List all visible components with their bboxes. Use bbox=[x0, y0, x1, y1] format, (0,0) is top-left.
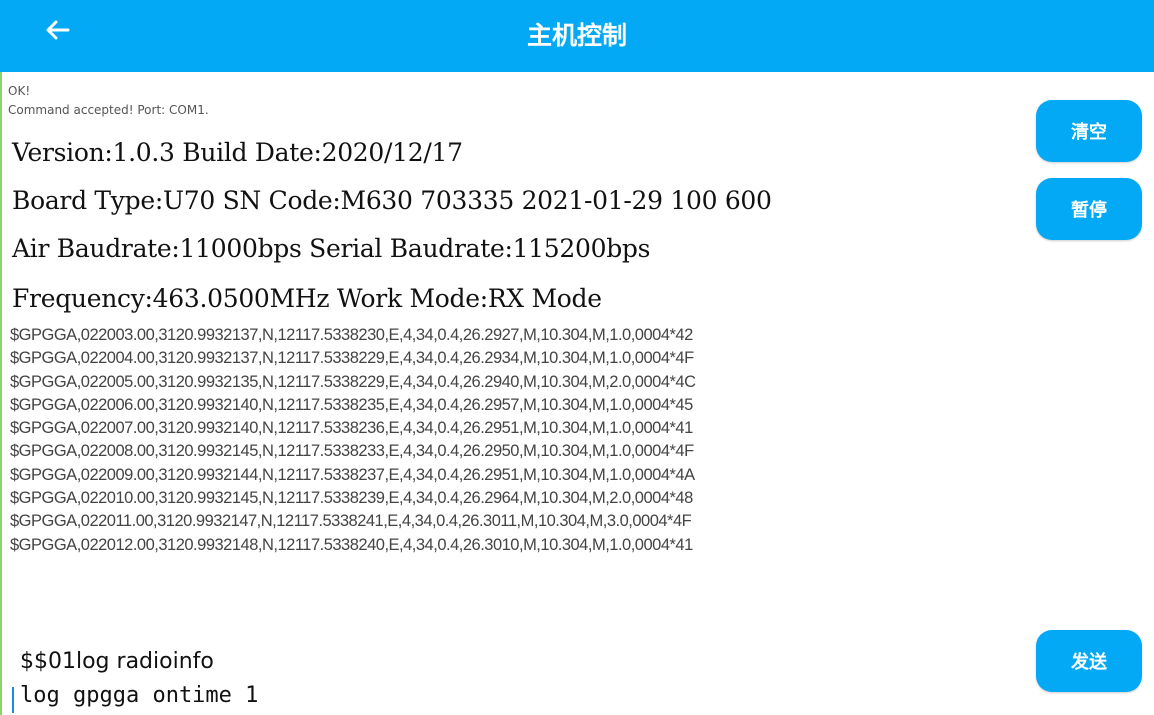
log-line: $GPGGA,022012.00,3120.9932148,N,12117.53… bbox=[10, 535, 693, 554]
baud-info: Air Baudrate:11000bps Serial Baudrate:11… bbox=[12, 234, 651, 263]
log-line: $GPGGA,022004.00,3120.9932137,N,12117.53… bbox=[10, 349, 694, 368]
log-line: $GPGGA,022005.00,3120.9932135,N,12117.53… bbox=[10, 372, 696, 391]
board-info: Board Type:U70 SN Code:M630 703335 2021-… bbox=[12, 186, 772, 215]
gps-log: $GPGGA,022003.00,3120.9932137,N,12117.53… bbox=[10, 324, 696, 557]
status-ok: OK! bbox=[8, 84, 31, 98]
command-input[interactable]: $$01log radioinfo log gpgga ontime 1 bbox=[10, 645, 1010, 715]
command-line-2: log gpgga ontime 1 bbox=[20, 683, 259, 708]
clear-button[interactable]: 清空 bbox=[1036, 100, 1142, 162]
log-line: $GPGGA,022006.00,3120.9932140,N,12117.53… bbox=[10, 395, 693, 414]
log-line: $GPGGA,022007.00,3120.9932140,N,12117.53… bbox=[10, 419, 693, 438]
log-line: $GPGGA,022010.00,3120.9932145,N,12117.53… bbox=[10, 489, 693, 508]
status-command: Command accepted! Port: COM1. bbox=[8, 103, 209, 117]
log-line: $GPGGA,022008.00,3120.9932145,N,12117.53… bbox=[10, 442, 694, 461]
app-bar: 主机控制 bbox=[0, 0, 1154, 72]
log-line: $GPGGA,022011.00,3120.9932147,N,12117.53… bbox=[10, 512, 692, 531]
command-line-1: $$01log radioinfo bbox=[20, 649, 214, 674]
version-info: Version:1.0.3 Build Date:2020/12/17 bbox=[12, 138, 463, 167]
page-title: 主机控制 bbox=[526, 21, 627, 50]
window-edge bbox=[0, 0, 2, 715]
send-button[interactable]: 发送 bbox=[1036, 630, 1142, 692]
frequency-info: Frequency:463.0500MHz Work Mode:RX Mode bbox=[12, 284, 602, 313]
log-line: $GPGGA,022003.00,3120.9932137,N,12117.53… bbox=[10, 326, 693, 344]
pause-button[interactable]: 暂停 bbox=[1036, 178, 1142, 240]
text-caret bbox=[12, 687, 14, 713]
log-line: $GPGGA,022009.00,3120.9932144,N,12117.53… bbox=[10, 465, 695, 484]
